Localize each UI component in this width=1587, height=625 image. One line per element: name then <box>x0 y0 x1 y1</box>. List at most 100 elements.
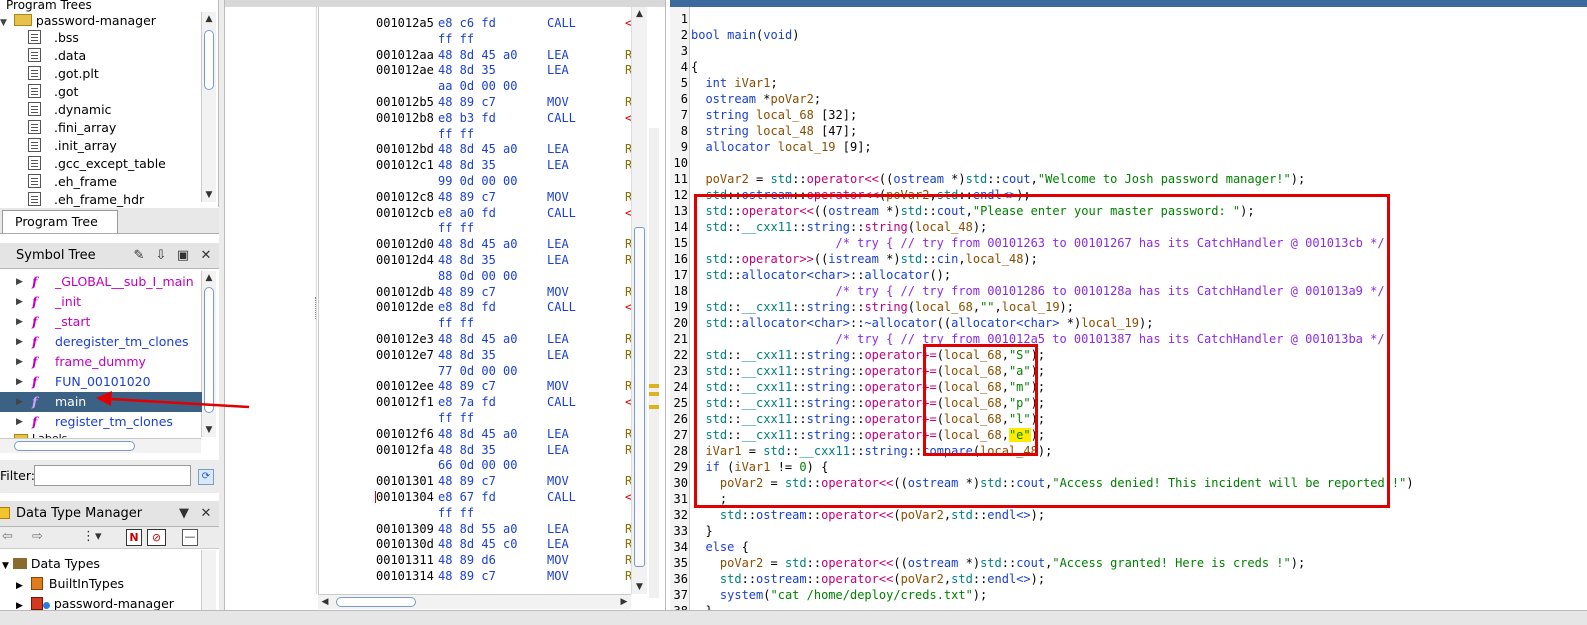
listing-line[interactable]: 00101309 48 8d 55 a0 LEA R <box>319 521 632 537</box>
listing-line[interactable]: ff ff <box>319 126 632 142</box>
listing-line[interactable]: 00101311 48 89 d6 MOV R <box>319 552 632 568</box>
listing-line[interactable]: 001012f1 e8 7a fd CALL < <box>319 394 632 410</box>
listing-address[interactable]: 001012aa <box>376 47 434 63</box>
listing-address[interactable]: 001012e3 <box>376 331 434 347</box>
scroll-down-arrow-icon[interactable]: ▼ <box>202 188 216 202</box>
listing-address[interactable]: 00101314 <box>376 568 434 584</box>
code-line-35[interactable]: poVar2 = std::operator<<((ostream *)std:… <box>691 555 1305 571</box>
symbol-item-fun-00101020[interactable]: ▶ f FUN_00101020 <box>0 372 202 392</box>
listing-line[interactable]: 001012e3 48 8d 45 a0 LEA R <box>319 331 632 347</box>
listing-line[interactable]: 001012f6 48 8d 45 a0 LEA R <box>319 426 632 442</box>
code-line-37[interactable]: system("cat /home/deploy/creds.txt"); <box>691 587 987 603</box>
listing-line[interactable]: 001012ee 48 89 c7 MOV R <box>319 378 632 394</box>
expand-right-icon[interactable]: ▶ <box>16 412 23 432</box>
code-line-17[interactable]: std::allocator<char>::allocator(); <box>691 267 951 283</box>
listing-mnemonic[interactable]: LEA <box>547 252 569 268</box>
program-trees-vscroll[interactable]: ▲ ▼ <box>201 12 216 202</box>
listing-address[interactable]: 001012f1 <box>376 394 434 410</box>
listing-address[interactable]: 001012a5 <box>376 15 434 31</box>
scroll-down-arrow-icon[interactable]: ▼ <box>202 423 216 437</box>
code-line-6[interactable]: ostream *poVar2; <box>691 91 821 107</box>
code-line-2[interactable]: bool main(void) <box>691 27 799 43</box>
expand-right-icon[interactable]: ▶ <box>16 312 23 332</box>
listing-line[interactable]: 001012fa 48 8d 35 LEA R <box>319 442 632 458</box>
listing-line[interactable]: 001012c1 48 8d 35 LEA R <box>319 157 632 173</box>
code-line-38[interactable]: } <box>691 603 712 610</box>
listing-address[interactable]: 001012e7 <box>376 347 434 363</box>
close-icon[interactable]: ✕ <box>198 248 214 264</box>
data-type-item-builtin[interactable]: ▶ BuiltInTypes <box>16 574 124 594</box>
symbol-item-start[interactable]: ▶ f _start <box>0 312 202 332</box>
listing-address[interactable]: 00101311 <box>376 552 434 568</box>
listing-line[interactable]: 0010130d 48 8d 45 c0 LEA R <box>319 536 632 552</box>
listing-mnemonic[interactable]: CALL <box>547 15 576 31</box>
listing-mnemonic[interactable]: CALL <box>547 205 576 221</box>
listing-mnemonic[interactable]: LEA <box>547 236 569 252</box>
expand-right-icon[interactable]: ▶ <box>16 272 23 292</box>
code-line-18[interactable]: /* try { // try from 00101286 to 0010128… <box>691 283 1385 299</box>
program-tree-item[interactable]: .got <box>28 83 78 101</box>
code-line-31[interactable]: ; <box>691 491 727 507</box>
scroll-up-arrow-icon[interactable]: ▲ <box>632 7 647 21</box>
code-line-29[interactable]: if (iVar1 != 0) { <box>691 459 828 475</box>
listing-vscroll[interactable]: ▲ ▼ <box>631 7 647 594</box>
forward-arrow-icon[interactable]: ⇨ <box>32 529 43 544</box>
code-line-9[interactable]: allocator local_19 [9]; <box>691 139 871 155</box>
overview-bar[interactable] <box>649 128 659 598</box>
code-line-11[interactable]: poVar2 = std::operator<<((ostream *)std:… <box>691 171 1305 187</box>
listing-line[interactable]: 66 0d 00 00 <box>319 457 632 473</box>
listing-address[interactable]: 001012c1 <box>376 157 434 173</box>
tree-options-icon[interactable]: ⋮▾ <box>82 529 102 544</box>
code-line-7[interactable]: string local_68 [32]; <box>691 107 857 123</box>
listing-address[interactable]: 001012fa <box>376 442 434 458</box>
tab-program-tree[interactable]: Program Tree <box>2 210 118 233</box>
listing-mnemonic[interactable]: CALL <box>547 110 576 126</box>
scroll-right-arrow-icon[interactable]: ▶ <box>617 595 631 609</box>
listing-line[interactable]: 001012c8 48 89 c7 MOV R <box>319 189 632 205</box>
listing-line[interactable]: 001012ae 48 8d 35 LEA R <box>319 62 632 78</box>
listing-address[interactable]: 001012b5 <box>376 94 434 110</box>
scroll-left-arrow-icon[interactable]: ◀ <box>318 595 332 609</box>
listing-address[interactable]: 00101309 <box>376 521 434 537</box>
listing-address[interactable]: 001012c8 <box>376 189 434 205</box>
symbol-item-deregister-tm-clones[interactable]: ▶ f deregister_tm_clones <box>0 332 202 352</box>
listing-address[interactable]: 001012d4 <box>376 252 434 268</box>
scroll-thumb[interactable] <box>204 30 214 90</box>
listing-line[interactable]: ff ff <box>319 410 632 426</box>
tree-root-password-manager[interactable]: ▼ password-manager <box>0 12 156 30</box>
listing-address[interactable]: 0010130d <box>376 536 434 552</box>
symbol-tree-hscroll[interactable] <box>0 438 201 453</box>
listing-address[interactable]: 001012bd <box>376 141 434 157</box>
listing-line[interactable]: 001012cb e8 a0 fd CALL < <box>319 205 632 221</box>
listing-line[interactable]: ff ff <box>319 31 632 47</box>
listing-mnemonic[interactable]: LEA <box>547 141 569 157</box>
listing-line[interactable]: 001012aa 48 8d 45 a0 LEA R <box>319 47 632 63</box>
listing-mnemonic[interactable]: MOV <box>547 189 569 205</box>
code-line-16[interactable]: std::operator>>((istream *)std::cin,loca… <box>691 251 1037 267</box>
listing-line[interactable]: 001012bd 48 8d 45 a0 LEA R <box>319 141 632 157</box>
listing-line[interactable]: 00101304 e8 67 fd CALL < <box>319 489 632 505</box>
import-icon[interactable]: ⇩ <box>153 248 169 264</box>
code-line-8[interactable]: string local_48 [47]; <box>691 123 857 139</box>
code-line-21[interactable]: /* try { // try from 001012a5 to 0010138… <box>691 331 1385 347</box>
scroll-up-arrow-icon[interactable]: ▲ <box>202 271 216 285</box>
code-line-13[interactable]: std::operator<<((ostream *)std::cout,"Pl… <box>691 203 1254 219</box>
filter-pointers-icon[interactable]: ⊘ <box>147 529 166 546</box>
expand-right-icon[interactable]: ▶ <box>16 292 23 312</box>
expand-right-icon[interactable]: ▶ <box>16 352 23 372</box>
program-tree-item[interactable]: .data <box>28 47 86 65</box>
listing-address[interactable]: 001012ee <box>376 378 434 394</box>
scroll-thumb-h[interactable] <box>14 441 135 451</box>
listing-line[interactable]: aa 0d 00 00 <box>319 78 632 94</box>
listing-mnemonic[interactable]: MOV <box>547 284 569 300</box>
listing-address[interactable]: 001012ae <box>376 62 434 78</box>
listing-line[interactable]: ff ff <box>319 220 632 236</box>
code-line-28[interactable]: iVar1 = std::__cxx11::string::compare(lo… <box>691 443 1052 459</box>
listing-line[interactable]: 001012d4 48 8d 35 LEA R <box>319 252 632 268</box>
code-line-25[interactable]: std::__cxx11::string::operator+=(local_6… <box>691 395 1045 411</box>
code-line-32[interactable]: std::ostream::operator<<(poVar2,std::end… <box>691 507 1045 523</box>
menu-dropdown-icon[interactable]: ▼ <box>176 506 192 522</box>
listing-line[interactable]: ff ff <box>319 505 632 521</box>
listing-line[interactable]: 00101301 48 89 c7 MOV R <box>319 473 632 489</box>
listing-mnemonic[interactable]: CALL <box>547 299 576 315</box>
